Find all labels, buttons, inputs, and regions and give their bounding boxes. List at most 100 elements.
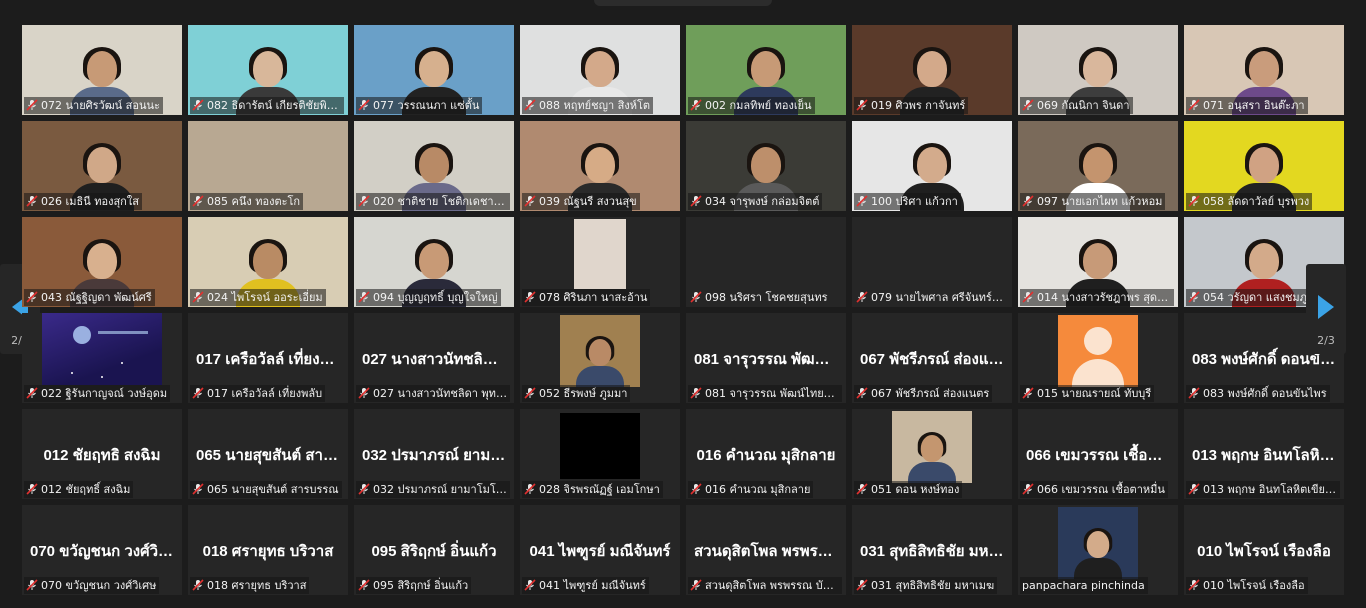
participant-tile[interactable]: 028 จิรพรณัฏฐ์ เอมโกษา [520,409,680,499]
muted-mic-icon [1188,483,1200,495]
participant-tile[interactable]: 024 ไพโรจน์ ออระเอี่ยม [188,217,348,307]
arrow-right-icon [1318,295,1334,319]
participant-tile[interactable]: 020 ชาติชาย โชติกเดชาณรงค์ [354,121,514,211]
participant-name-text: 024 ไพโรจน์ ออระเอี่ยม [207,291,323,304]
participant-tile[interactable]: 071 อนุสรา อินต๊ะภา [1184,25,1344,115]
participant-name-text: 026 เมธินี ทองสุกใส [41,195,139,208]
participant-name-text: 039 ณัฐนรี สงวนสุข [539,195,637,208]
participant-name-text: 012 ชัยฤทธิ์ สงฉิม [41,483,131,496]
participant-name-label: 027 นางสาวนัทชลิดา พุทธลา [356,385,510,402]
participant-name-text: panpachara pinchinda [1022,579,1145,592]
participant-tile[interactable]: 095 สิริฤกษ์ อิ่นแก้ว 095 สิริฤกษ์ อิ่นแก… [354,505,514,595]
participant-tile[interactable]: 039 ณัฐนรี สงวนสุข [520,121,680,211]
muted-mic-icon [690,99,702,111]
participant-name-label: 019 ศิวพร กาจันทร์ [854,97,969,114]
participant-grid: 072 นายศิรวัฒน์ สอนนะ 082 ธิดารัตน์ เกียร… [22,25,1344,600]
participant-display-name: 095 สิริฤกษ์ อิ่นแก้ว [371,543,497,560]
participant-name-text: 097 นายเอกไผท แก้วหอม [1037,195,1163,208]
participant-name-text: 077 วรรณนภา แซ่ตั้น [373,99,480,112]
participant-name-label: panpachara pinchinda [1020,577,1148,594]
participant-tile[interactable]: 077 วรรณนภา แซ่ตั้น [354,25,514,115]
participant-tile[interactable]: 098 นริศรา โชคชยสุนทร [686,217,846,307]
participant-tile[interactable]: 014 นางสาวรัชฎาพร สุดสวาท [1018,217,1178,307]
participant-name-label: 034 จารุพงษ์ กล่อมจิตต์ [688,193,823,210]
participant-tile[interactable]: 013 พฤกษ อินทโลหิตเขียว 013 พฤกษ อินทโลหิ… [1184,409,1344,499]
participant-name-label: 083 พงษ์ศักดิ์ ดอนขันไพร [1186,385,1330,402]
participant-tile[interactable]: 034 จารุพงษ์ กล่อมจิตต์ [686,121,846,211]
participant-tile[interactable]: 052 ธีรพงษ์ ภูมมา [520,313,680,403]
muted-mic-icon [524,291,536,303]
participant-tile[interactable]: 016 คำนวณ มุสิกลาย 016 คำนวณ มุสิกลาย [686,409,846,499]
participant-tile[interactable]: panpachara pinchinda [1018,505,1178,595]
muted-mic-icon [26,579,38,591]
participant-display-name: สวนดุสิตโพล พรพรรณ บัวทอง [694,543,846,560]
muted-mic-icon [192,579,204,591]
participant-name-text: 014 นางสาวรัชฎาพร สุดสวาท [1037,291,1174,304]
participant-name-label: 010 ไพโรจน์ เรืองลือ [1186,577,1308,594]
participant-tile[interactable]: 032 ปรมาภรณ์ ยามาโมโตะ 032 ปรมาภรณ์ ยามาโ… [354,409,514,499]
participant-tile[interactable]: 067 พัชรีภรณ์ ส่องแนตร 067 พัชรีภรณ์ ส่อง… [852,313,1012,403]
muted-mic-icon [1188,99,1200,111]
participant-tile[interactable]: 100 ปริศา แก้วกา [852,121,1012,211]
participant-name-text: 085 คนึง ทองตะโก [207,195,301,208]
muted-mic-icon [358,483,370,495]
participant-name-label: 052 ธีรพงษ์ ภูมมา [522,385,631,402]
participant-tile[interactable]: 051 ดอน หงษ์ทอง [852,409,1012,499]
participant-tile[interactable]: 012 ชัยฤทธิ สงฉิม 012 ชัยฤทธิ์ สงฉิม [22,409,182,499]
participant-name-text: 032 ปรมาภรณ์ ยามาโมโตะ [373,483,509,496]
participant-tile[interactable]: 094 บุญญฤทธิ์ บุญใจใหญ่ [354,217,514,307]
participant-tile[interactable]: 027 นางสาวนัทชลิดา พุทธลา 027 นางสาวนัทชล… [354,313,514,403]
participant-tile[interactable]: 079 นายไพศาล ศรีจันทร์ครุฑ [852,217,1012,307]
participant-tile[interactable]: สวนดุสิตโพล พรพรรณ บัวทองสวนดุสิตโพล พรพ… [686,505,846,595]
participant-name-label: 017 เครือวัลล์ เที่ยงพลับ [190,385,326,402]
muted-mic-icon [856,387,868,399]
participant-display-name: 065 นายสุขสันต์ สารบรรณ [196,447,348,464]
muted-mic-icon [524,579,536,591]
muted-mic-icon [1022,99,1034,111]
participant-name-label: 054 วรัญดา แสงชมภู [1186,289,1310,306]
participant-tile[interactable]: 088 หฤทย์ชญา สิงห์โต [520,25,680,115]
muted-mic-icon [358,579,370,591]
participant-tile[interactable]: 069 กัณนิกา จินดา [1018,25,1178,115]
participant-tile[interactable]: 041 ไพฑูรย์ มณีจันทร์ 041 ไพฑูรย์ มณีจันท… [520,505,680,595]
participant-tile[interactable]: 081 จารุวรรณ พัฒน์ไทย 081 จารุวรรณ พัฒน์ไ… [686,313,846,403]
participant-tile[interactable]: 019 ศิวพร กาจันทร์ [852,25,1012,115]
participant-display-name: 012 ชัยฤทธิ สงฉิม [43,447,161,464]
participant-tile[interactable]: 085 คนึง ทองตะโก [188,121,348,211]
participant-tile[interactable]: 043 ณัฐฐิญดา พัฒน์ศรี [22,217,182,307]
participant-name-text: 051 ดอน หงษ์ทอง [871,483,960,496]
participant-name-label: 088 หฤทย์ชญา สิงห์โต [522,97,653,114]
participant-tile[interactable]: 078 ศิรินภา นาสะอ้าน [520,217,680,307]
participant-name-label: 020 ชาติชาย โชติกเดชาณรงค์ [356,193,510,210]
participant-tile[interactable]: 010 ไพโรจน์ เรืองลือ 010 ไพโรจน์ เรืองลือ [1184,505,1344,595]
participant-name-label: 032 ปรมาภรณ์ ยามาโมโตะ [356,481,510,498]
participant-tile[interactable]: 097 นายเอกไผท แก้วหอม [1018,121,1178,211]
participant-tile[interactable]: 002 กมลทิพย์ ทองเย็น [686,25,846,115]
participant-name-text: 016 คำนวณ มุสิกลาย [705,483,811,496]
participant-tile[interactable]: 066 เขมวรรณ เชื้อตาหมื่น 066 เขมวรรณ เชื้… [1018,409,1178,499]
muted-mic-icon [26,483,38,495]
participant-tile[interactable]: 022 ฐิรันกาญจณ์ วงษ์อุดม [22,313,182,403]
participant-name-text: 019 ศิวพร กาจันทร์ [871,99,966,112]
participant-silhouette [1074,527,1122,579]
participant-display-name: 032 ปรมาภรณ์ ยามาโมโตะ [362,447,514,464]
participant-tile[interactable]: 026 เมธินี ทองสุกใส [22,121,182,211]
muted-mic-icon [358,99,370,111]
participant-name-text: 052 ธีรพงษ์ ภูมมา [539,387,628,400]
participant-tile[interactable]: 082 ธิดารัตน์ เกียรติชัยพิทักษ์ [188,25,348,115]
participant-tile[interactable]: 017 เครือวัลล์ เที่ยงพลับ 017 เครือวัลล์ … [188,313,348,403]
default-avatar-icon [1058,315,1138,387]
participant-tile[interactable]: 065 นายสุขสันต์ สารบรรณ 065 นายสุขสันต์ ส… [188,409,348,499]
next-page-button[interactable]: 2/3 [1306,264,1346,354]
muted-mic-icon [1022,387,1034,399]
participant-tile[interactable]: 058 ลัดดาวัลย์ บุรพวง [1184,121,1344,211]
participant-tile[interactable]: 015 นายณรายณ์ ทับบุรี [1018,313,1178,403]
participant-name-text: 020 ชาติชาย โชติกเดชาณรงค์ [373,195,510,208]
participant-tile[interactable]: 070 ขวัญชนก วงศ์วิเศษ 070 ขวัญชนก วงศ์วิเ… [22,505,182,595]
participant-display-name: 031 สุทธิสิทธิชัย มหาเมฆ [860,543,1012,560]
participant-tile[interactable]: 072 นายศิรวัฒน์ สอนนะ [22,25,182,115]
participant-tile[interactable]: 031 สุทธิสิทธิชัย มหาเมฆ 031 สุทธิสิทธิชั… [852,505,1012,595]
participant-display-name: 070 ขวัญชนก วงศ์วิเศษ [30,543,182,560]
participant-tile[interactable]: 018 ศรายุทธ บริวาส 018 ศรายุทธ บริวาส [188,505,348,595]
muted-mic-icon [1022,483,1034,495]
